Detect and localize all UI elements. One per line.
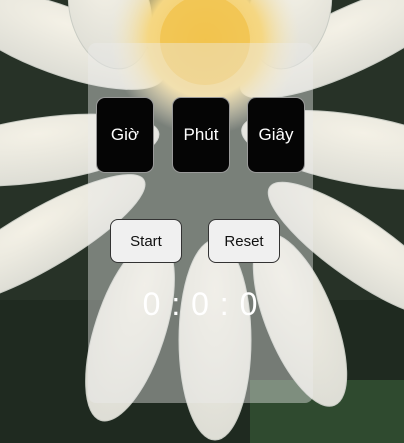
seconds-box[interactable]: Giây — [247, 97, 305, 173]
minutes-box[interactable]: Phút — [172, 97, 230, 173]
timer-display: 0 : 0 : 0 — [142, 286, 259, 322]
hours-box[interactable]: Giờ — [96, 97, 154, 173]
reset-button[interactable]: Reset — [208, 219, 280, 263]
start-button[interactable]: Start — [110, 219, 182, 263]
